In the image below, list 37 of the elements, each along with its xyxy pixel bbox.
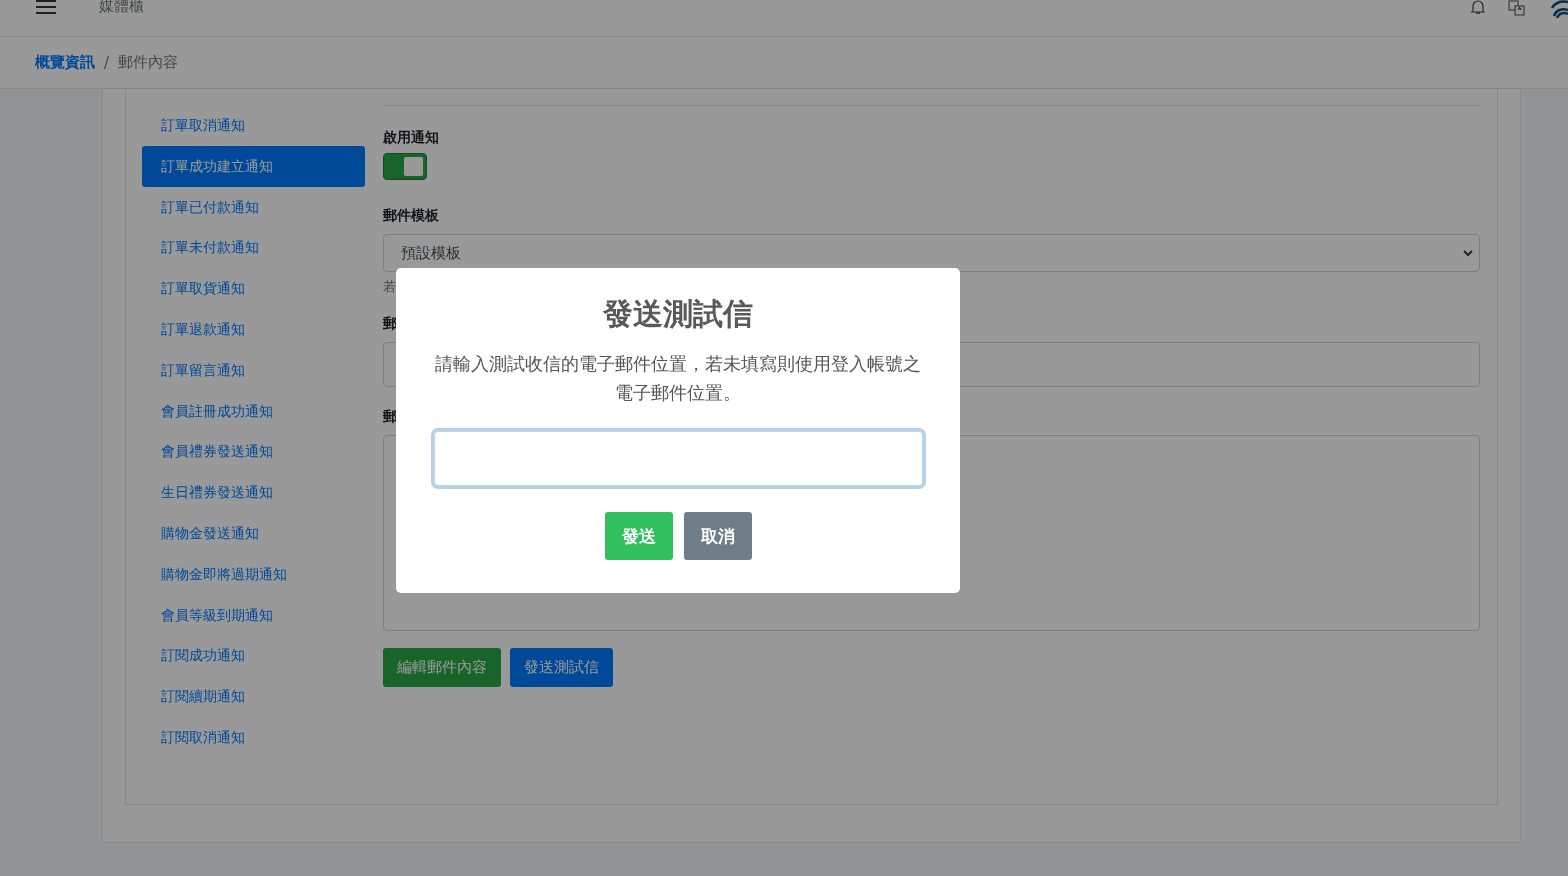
sidebar-item[interactable]: 訂閱續期通知 [142, 676, 365, 717]
translate-icon[interactable] [1508, 0, 1526, 16]
chevron-down-icon [1463, 249, 1473, 257]
dialog-title: 發送測試信 [603, 295, 753, 333]
field-label: 郵 [383, 407, 397, 426]
sidebar-item[interactable]: 訂單取貨通知 [142, 268, 365, 309]
dialog-message: 請輸入測試收信的電子郵件位置，若未填寫則使用登入帳號之電子郵件位置。 [434, 352, 922, 405]
sidebar-item[interactable]: 訂閱取消通知 [142, 716, 365, 758]
sidebar-item[interactable]: 會員等級到期通知 [142, 594, 365, 636]
sidebar-item[interactable]: 訂單退款通知 [142, 309, 365, 350]
field-label: 郵 [383, 314, 397, 333]
breadcrumb-current: 郵件內容 [118, 53, 179, 72]
sidebar-item[interactable]: 訂單留言通知 [142, 349, 365, 391]
field-label: 郵件模板 [383, 206, 439, 225]
bell-icon[interactable] [1470, 0, 1486, 14]
sidebar-item[interactable]: 訂單未付款通知 [142, 227, 365, 269]
sidebar-item[interactable]: 訂單取消通知 [142, 105, 365, 146]
toggle-switch[interactable] [383, 153, 427, 180]
sidebar-item[interactable]: 會員禮券發送通知 [142, 431, 365, 473]
menu-icon[interactable] [35, 0, 57, 14]
edit-content-button[interactable]: 編輯郵件內容 [383, 648, 501, 687]
email-input[interactable] [433, 431, 923, 486]
breadcrumb-link[interactable]: 概覽資訊 [35, 53, 95, 72]
sidebar-item[interactable]: 訂閱成功通知 [142, 635, 365, 677]
sidebar-item[interactable]: 訂單已付款通知 [142, 186, 365, 228]
cancel-button[interactable]: 取消 [683, 512, 752, 560]
sidebar-item[interactable]: 購物金即將過期通知 [142, 553, 365, 595]
logo-icon [1548, 0, 1568, 18]
hint-text: 若 [383, 278, 396, 296]
sidebar-item[interactable]: 會員註冊成功通知 [142, 390, 365, 432]
send-button[interactable]: 發送 [604, 512, 673, 560]
field-label: 啟用通知 [383, 128, 439, 147]
breadcrumb-separator: / [104, 53, 110, 72]
sidebar-item[interactable]: 訂單成功建立通知 [142, 145, 365, 187]
sidebar-item[interactable]: 購物金發送通知 [142, 512, 365, 554]
sidebar-item[interactable]: 生日禮券發送通知 [142, 472, 365, 513]
send-test-button[interactable]: 發送測試信 [510, 648, 613, 687]
